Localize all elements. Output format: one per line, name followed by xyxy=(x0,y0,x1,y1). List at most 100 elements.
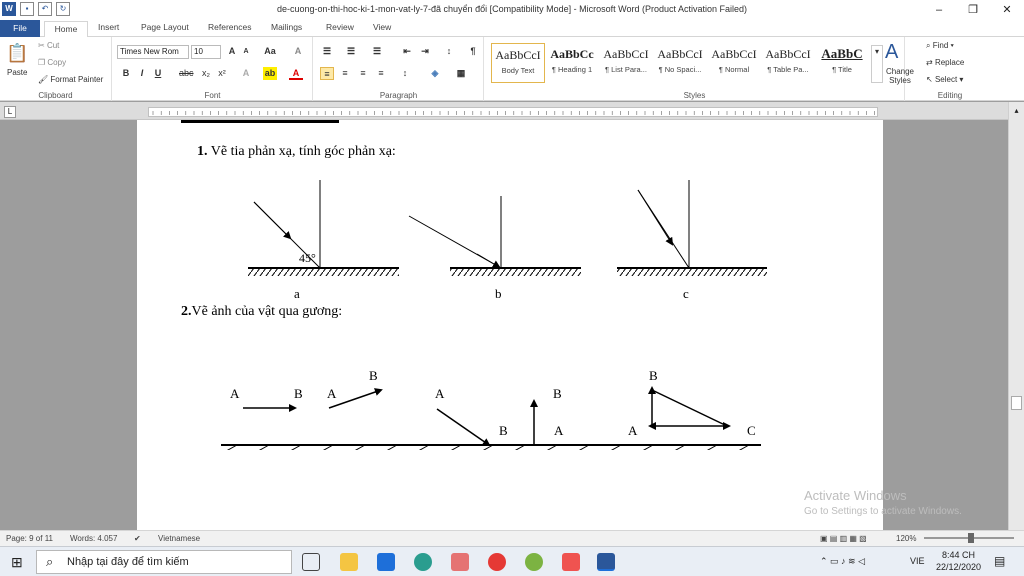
underline-button[interactable]: U xyxy=(151,67,165,80)
mail-icon[interactable] xyxy=(377,553,395,571)
shrink-font-icon[interactable]: A xyxy=(239,45,253,58)
coc-coc-icon[interactable] xyxy=(525,553,543,571)
clock-time[interactable]: 8:44 CH xyxy=(942,550,975,560)
style-sample: AaBbCcI xyxy=(657,47,703,61)
chrome-icon[interactable] xyxy=(488,553,506,571)
minimize-button[interactable]: – xyxy=(922,0,956,20)
point-b-triangle: B xyxy=(649,368,658,383)
bold-button[interactable]: B xyxy=(119,67,133,80)
change-case-icon[interactable]: Aa xyxy=(263,45,277,58)
style-table-paragraph[interactable]: AaBbCcI ¶ Table Pa... xyxy=(761,43,815,83)
tab-file[interactable]: File xyxy=(0,20,40,37)
style-no-spacing[interactable]: AaBbCcI ¶ No Spaci... xyxy=(653,43,707,83)
word-count[interactable]: Words: 4.057 xyxy=(70,534,117,543)
file-explorer-icon[interactable] xyxy=(340,553,358,571)
tab-view[interactable]: View xyxy=(373,22,391,32)
cursor-icon: ↖ xyxy=(926,75,933,84)
font-name-select[interactable]: Times New Rom xyxy=(117,45,189,59)
title-bar: W ▪ ↶ ↻ de-cuong-on-thi-hoc-ki-1-mon-vat… xyxy=(0,0,1024,20)
font-size-select[interactable]: 10 xyxy=(191,45,221,59)
paste-button[interactable]: Paste xyxy=(7,68,27,77)
shading-icon[interactable]: ◈ xyxy=(428,67,442,80)
align-right-button[interactable]: ≡ xyxy=(356,67,370,80)
align-left-button[interactable]: ≡ xyxy=(320,67,334,80)
scroll-up-icon[interactable]: ▴ xyxy=(1011,106,1022,117)
point-b-4: B xyxy=(553,386,562,401)
object-3-arrow xyxy=(436,408,491,447)
subscript-button[interactable]: x₂ xyxy=(199,67,213,80)
word-taskbar-icon[interactable] xyxy=(597,553,615,571)
tab-home[interactable]: Home xyxy=(44,21,88,38)
select-button[interactable]: ↖ Select ▾ xyxy=(926,75,963,84)
justify-button[interactable]: ≡ xyxy=(374,67,388,80)
replace-button[interactable]: ⇄ Replace xyxy=(926,58,964,67)
line-spacing-icon[interactable]: ↕ xyxy=(398,67,412,80)
strikethrough-button[interactable]: abc xyxy=(179,67,194,80)
document-page[interactable]: 1. Vẽ tia phản xạ, tính góc phản xạ: 45°… xyxy=(137,120,883,530)
horizontal-ruler[interactable] xyxy=(148,107,878,117)
task-view-icon[interactable] xyxy=(302,553,320,571)
scroll-thumb[interactable] xyxy=(1011,396,1022,410)
paragraph-label: Paragraph xyxy=(379,91,418,100)
styles-group: AaBbCcI Body Text AaBbCc ¶ Heading 1 AaB… xyxy=(485,37,914,101)
vertical-scrollbar[interactable]: ▴ xyxy=(1008,102,1024,530)
numbering-icon[interactable]: ☰ xyxy=(344,45,358,58)
notification-icon[interactable]: ▤ xyxy=(994,554,1005,568)
style-title[interactable]: AaBbC ¶ Title xyxy=(815,43,869,83)
page-count[interactable]: Page: 9 of 11 xyxy=(6,534,53,543)
clock-date[interactable]: 22/12/2020 xyxy=(936,562,981,572)
tab-review[interactable]: Review xyxy=(326,22,354,32)
borders-icon[interactable]: ▦ xyxy=(454,67,468,80)
search-placeholder: Nhập tại đây để tìm kiếm xyxy=(67,556,189,568)
increase-indent-icon[interactable]: ⇥ xyxy=(418,45,432,58)
styles-scroll-icon[interactable]: ▾ xyxy=(871,45,883,83)
tab-page-layout[interactable]: Page Layout xyxy=(141,22,189,32)
highlight-icon[interactable]: ab xyxy=(263,67,277,80)
view-mode-icons[interactable]: ▣ ▤ ▥ ▦ ▧ xyxy=(820,534,867,543)
input-language[interactable]: VIE xyxy=(910,556,925,566)
tab-references[interactable]: References xyxy=(208,22,251,32)
find-button[interactable]: ⌕ Find ▾ xyxy=(926,41,954,51)
style-list-paragraph[interactable]: AaBbCcI ¶ List Para... xyxy=(599,43,653,83)
decrease-indent-icon[interactable]: ⇤ xyxy=(400,45,414,58)
tab-insert[interactable]: Insert xyxy=(98,22,119,32)
editing-group: ⌕ Find ▾ ⇄ Replace ↖ Select ▾ Editing xyxy=(920,37,980,101)
proofing-icon[interactable]: ✔ xyxy=(134,534,141,543)
change-styles-button[interactable]: Change Styles xyxy=(883,67,917,85)
superscript-button[interactable]: x² xyxy=(215,67,229,80)
copy-button[interactable]: ❐ Copy xyxy=(38,58,66,67)
multilevel-list-icon[interactable]: ☰ xyxy=(370,45,384,58)
text-effects-icon[interactable]: A xyxy=(239,67,253,80)
restore-button[interactable]: ❐ xyxy=(956,0,990,20)
style-body-text[interactable]: AaBbCcI Body Text xyxy=(491,43,545,83)
tray-icons[interactable]: ⌃ ▭ ♪ ≋ ◁ xyxy=(820,556,865,567)
show-marks-icon[interactable]: ¶ xyxy=(466,45,480,58)
windows-start-icon[interactable]: ⊞ xyxy=(11,554,23,571)
change-styles-icon[interactable]: A xyxy=(885,41,898,64)
format-painter-button[interactable]: 🖌 Format Painter xyxy=(38,75,103,84)
paragraph-group: ☰ ☰ ☰ ⇤ ⇥ ↕ ¶ ≡ ≡ ≡ ≡ ↕ ◈ ▦ Paragraph xyxy=(314,37,484,101)
sort-icon[interactable]: ↕ xyxy=(442,45,456,58)
align-center-button[interactable]: ≡ xyxy=(338,67,352,80)
style-heading-1[interactable]: AaBbCc ¶ Heading 1 xyxy=(545,43,599,83)
paste-icon[interactable]: 📋 xyxy=(6,43,28,64)
font-color-icon[interactable]: A xyxy=(289,67,303,80)
window-title: de-cuong-on-thi-hoc-ki-1-mon-vat-ly-7-đã… xyxy=(276,4,748,14)
clear-formatting-icon[interactable]: A xyxy=(291,45,305,58)
cut-button[interactable]: ✂ Cut xyxy=(38,41,59,50)
grow-font-icon[interactable]: A xyxy=(225,45,239,58)
language-indicator[interactable]: Vietnamese xyxy=(158,534,200,543)
style-normal[interactable]: AaBbCcI ¶ Normal xyxy=(707,43,761,83)
zalo-icon[interactable] xyxy=(562,553,580,571)
zoom-level[interactable]: 120% xyxy=(896,534,916,543)
app-icon[interactable] xyxy=(451,553,469,571)
tab-mailings[interactable]: Mailings xyxy=(271,22,302,32)
bullets-icon[interactable]: ☰ xyxy=(320,45,334,58)
font-label: Font xyxy=(204,91,221,100)
italic-button[interactable]: I xyxy=(135,67,149,80)
taskbar-search-box[interactable]: ⌕ Nhập tại đây để tìm kiếm xyxy=(36,550,292,574)
edge-icon[interactable] xyxy=(414,553,432,571)
tab-selector-icon[interactable]: L xyxy=(4,106,16,118)
zoom-slider-thumb[interactable] xyxy=(968,533,974,543)
close-button[interactable]: ✕ xyxy=(990,0,1024,20)
